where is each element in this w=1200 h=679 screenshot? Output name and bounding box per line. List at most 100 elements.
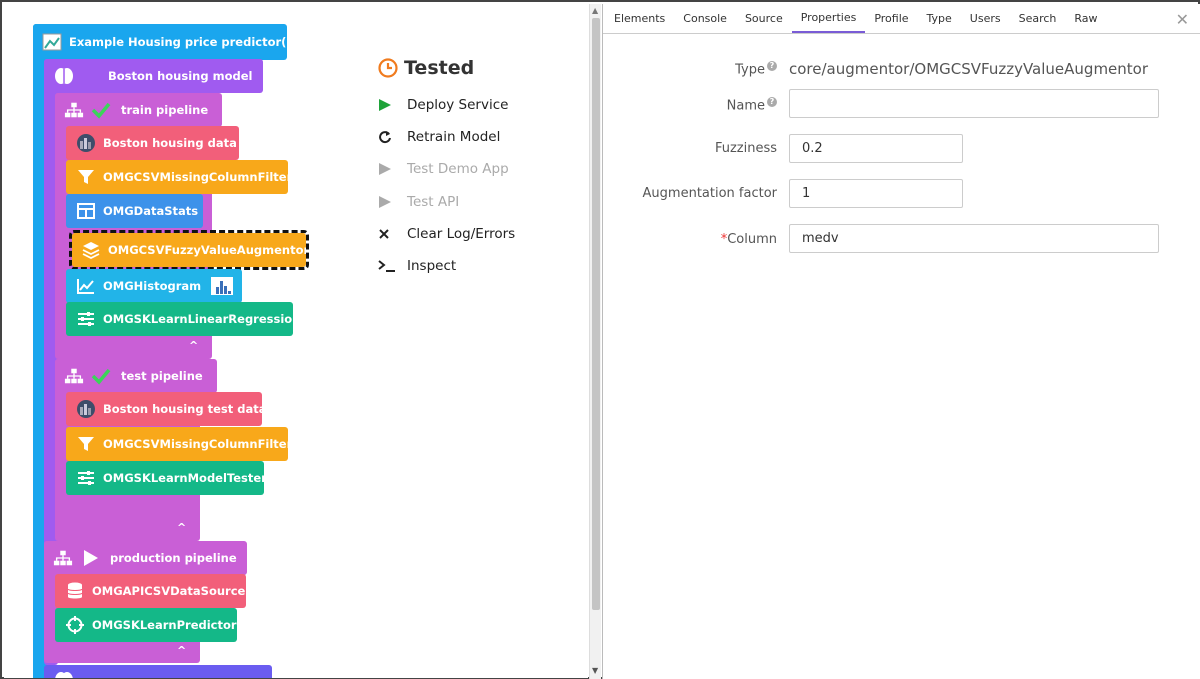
model-block[interactable]: Boston housing model [44, 59, 263, 93]
crosshair-icon [65, 616, 85, 634]
linear-regression-label: OMGSKLearnLinearRegression [103, 312, 301, 326]
collapse-test-icon[interactable]: ^ [177, 521, 186, 534]
test-demo-app-label: Test Demo App [407, 161, 509, 178]
retrain-model-label: Retrain Model [407, 129, 501, 146]
status-title: Tested [378, 54, 578, 82]
play-icon[interactable] [80, 549, 100, 567]
deploy-service-item[interactable]: Deploy Service [378, 89, 578, 121]
linear-regression-block[interactable]: OMGSKLearnLinearRegression [66, 302, 300, 336]
column-label: Column [727, 232, 777, 247]
selected-block-outline [69, 230, 309, 270]
test-pipeline-block[interactable]: test pipeline [55, 359, 217, 393]
close-panel-button[interactable]: ✕ [1176, 10, 1189, 29]
name-label: Name [726, 98, 765, 114]
filter-icon [76, 435, 96, 453]
scroll-up-icon[interactable]: ▲ [592, 6, 598, 15]
close-icon [378, 228, 407, 240]
production-pipeline-title: production pipeline [110, 551, 237, 565]
app-frame: Example Housing price predictor(7) Bosto… [0, 0, 1200, 679]
tab-console[interactable]: Console [674, 4, 736, 33]
help-icon[interactable]: ? [767, 61, 777, 71]
missing-filter-block-2[interactable]: OMGCSVMissingColumnFilter [66, 427, 292, 461]
brain-icon [54, 671, 74, 678]
line-chart-icon [76, 277, 96, 295]
histogram-label: OMGHistogram [103, 279, 202, 293]
clear-log-label: Clear Log/Errors [407, 225, 516, 242]
production-pipeline-block[interactable]: production pipeline [44, 541, 247, 575]
model-tester-block[interactable]: OMGSKLearnModelTester [66, 461, 267, 495]
table-icon [76, 202, 96, 220]
filter-icon [76, 168, 96, 186]
sliders-icon [76, 310, 96, 328]
tab-search[interactable]: Search [1010, 4, 1066, 33]
api-source-label: OMGAPICSVDataSource [92, 584, 246, 598]
train-data-label: Boston housing data [103, 136, 237, 150]
clock-icon [378, 58, 398, 78]
test-data-block[interactable]: Boston housing test data [66, 392, 266, 426]
checkmark-icon [91, 367, 111, 385]
model-title: Boston housing model [108, 69, 253, 83]
tab-properties[interactable]: Properties [791, 4, 866, 33]
type-label: Type [735, 62, 765, 78]
name-field[interactable] [789, 89, 1159, 118]
augmentation-factor-label: Augmentation factor [642, 186, 777, 201]
collapse-train-icon[interactable]: ^ [189, 339, 198, 352]
clear-log-item[interactable]: Clear Log/Errors [378, 218, 578, 250]
missing-filter-block[interactable]: OMGCSVMissingColumnFilter [66, 160, 292, 194]
play-icon [378, 98, 407, 112]
test-api-item[interactable]: Test API [378, 186, 578, 218]
test-pipeline-title: test pipeline [121, 369, 203, 383]
play-icon [378, 195, 407, 209]
retrain-model-item[interactable]: Retrain Model [378, 121, 578, 153]
pipeline-icon [53, 549, 73, 567]
inspect-item[interactable]: Inspect [378, 250, 578, 282]
tab-raw[interactable]: Raw [1065, 4, 1106, 33]
augmentation-factor-field[interactable]: 1 [789, 179, 963, 208]
tab-elements[interactable]: Elements [605, 4, 674, 33]
tab-users[interactable]: Users [961, 4, 1010, 33]
terminal-icon [378, 259, 407, 273]
missing-filter-label-2: OMGCSVMissingColumnFilter [103, 437, 293, 451]
inspect-label: Inspect [407, 258, 457, 275]
city-image-icon [76, 400, 96, 418]
test-demo-app-item[interactable]: Test Demo App [378, 153, 578, 185]
tab-source[interactable]: Source [736, 4, 792, 33]
type-label-row: Type? [735, 61, 777, 77]
histogram-thumbnail-icon [211, 277, 234, 295]
test-api-label: Test API [407, 193, 460, 210]
status-menu: Tested Deploy Service Retrain Model Test… [378, 54, 578, 282]
tab-profile[interactable]: Profile [865, 4, 917, 33]
next-model-block[interactable] [44, 665, 272, 678]
project-block[interactable]: Example Housing price predictor(7) [33, 24, 300, 60]
workspace-scrollbar[interactable]: ▲ ▼ [589, 4, 601, 679]
datastats-block[interactable]: OMGDataStats [66, 194, 203, 228]
train-pipeline-title: train pipeline [121, 103, 209, 117]
api-source-block[interactable]: OMGAPICSVDataSource [55, 574, 246, 608]
sliders-icon [76, 469, 96, 487]
fuzziness-field[interactable]: 0.2 [789, 134, 963, 163]
missing-filter-label: OMGCSVMissingColumnFilter [103, 170, 293, 184]
tab-type[interactable]: Type [918, 4, 961, 33]
checkmark-icon [91, 101, 111, 119]
inspector-panel: Elements Console Source Properties Profi… [602, 4, 1200, 679]
fuzziness-label: Fuzziness [714, 141, 777, 156]
histogram-block[interactable]: OMGHistogram [66, 269, 242, 303]
inspector-tabs: Elements Console Source Properties Profi… [603, 4, 1200, 34]
test-data-label: Boston housing test data [103, 402, 267, 416]
column-field[interactable]: medv [789, 224, 1159, 253]
database-icon [65, 582, 85, 600]
scrollbar-thumb[interactable] [592, 18, 600, 610]
scroll-down-icon[interactable]: ▼ [592, 666, 598, 675]
train-data-block[interactable]: Boston housing data [66, 126, 239, 160]
train-pipeline-block[interactable]: train pipeline [55, 93, 222, 127]
predictor-block[interactable]: OMGSKLearnPredictor [55, 608, 237, 642]
collapse-production-icon[interactable]: ^ [177, 644, 186, 657]
type-value: core/augmentor/OMGCSVFuzzyValueAugmentor [789, 60, 1149, 78]
datastats-label: OMGDataStats [103, 204, 199, 218]
deploy-service-label: Deploy Service [407, 97, 509, 114]
help-icon[interactable]: ? [767, 97, 777, 107]
predictor-label: OMGSKLearnPredictor [92, 618, 237, 632]
status-title-text: Tested [404, 57, 475, 79]
project-image-icon [42, 33, 62, 51]
block-workspace[interactable]: Example Housing price predictor(7) Bosto… [4, 4, 588, 678]
